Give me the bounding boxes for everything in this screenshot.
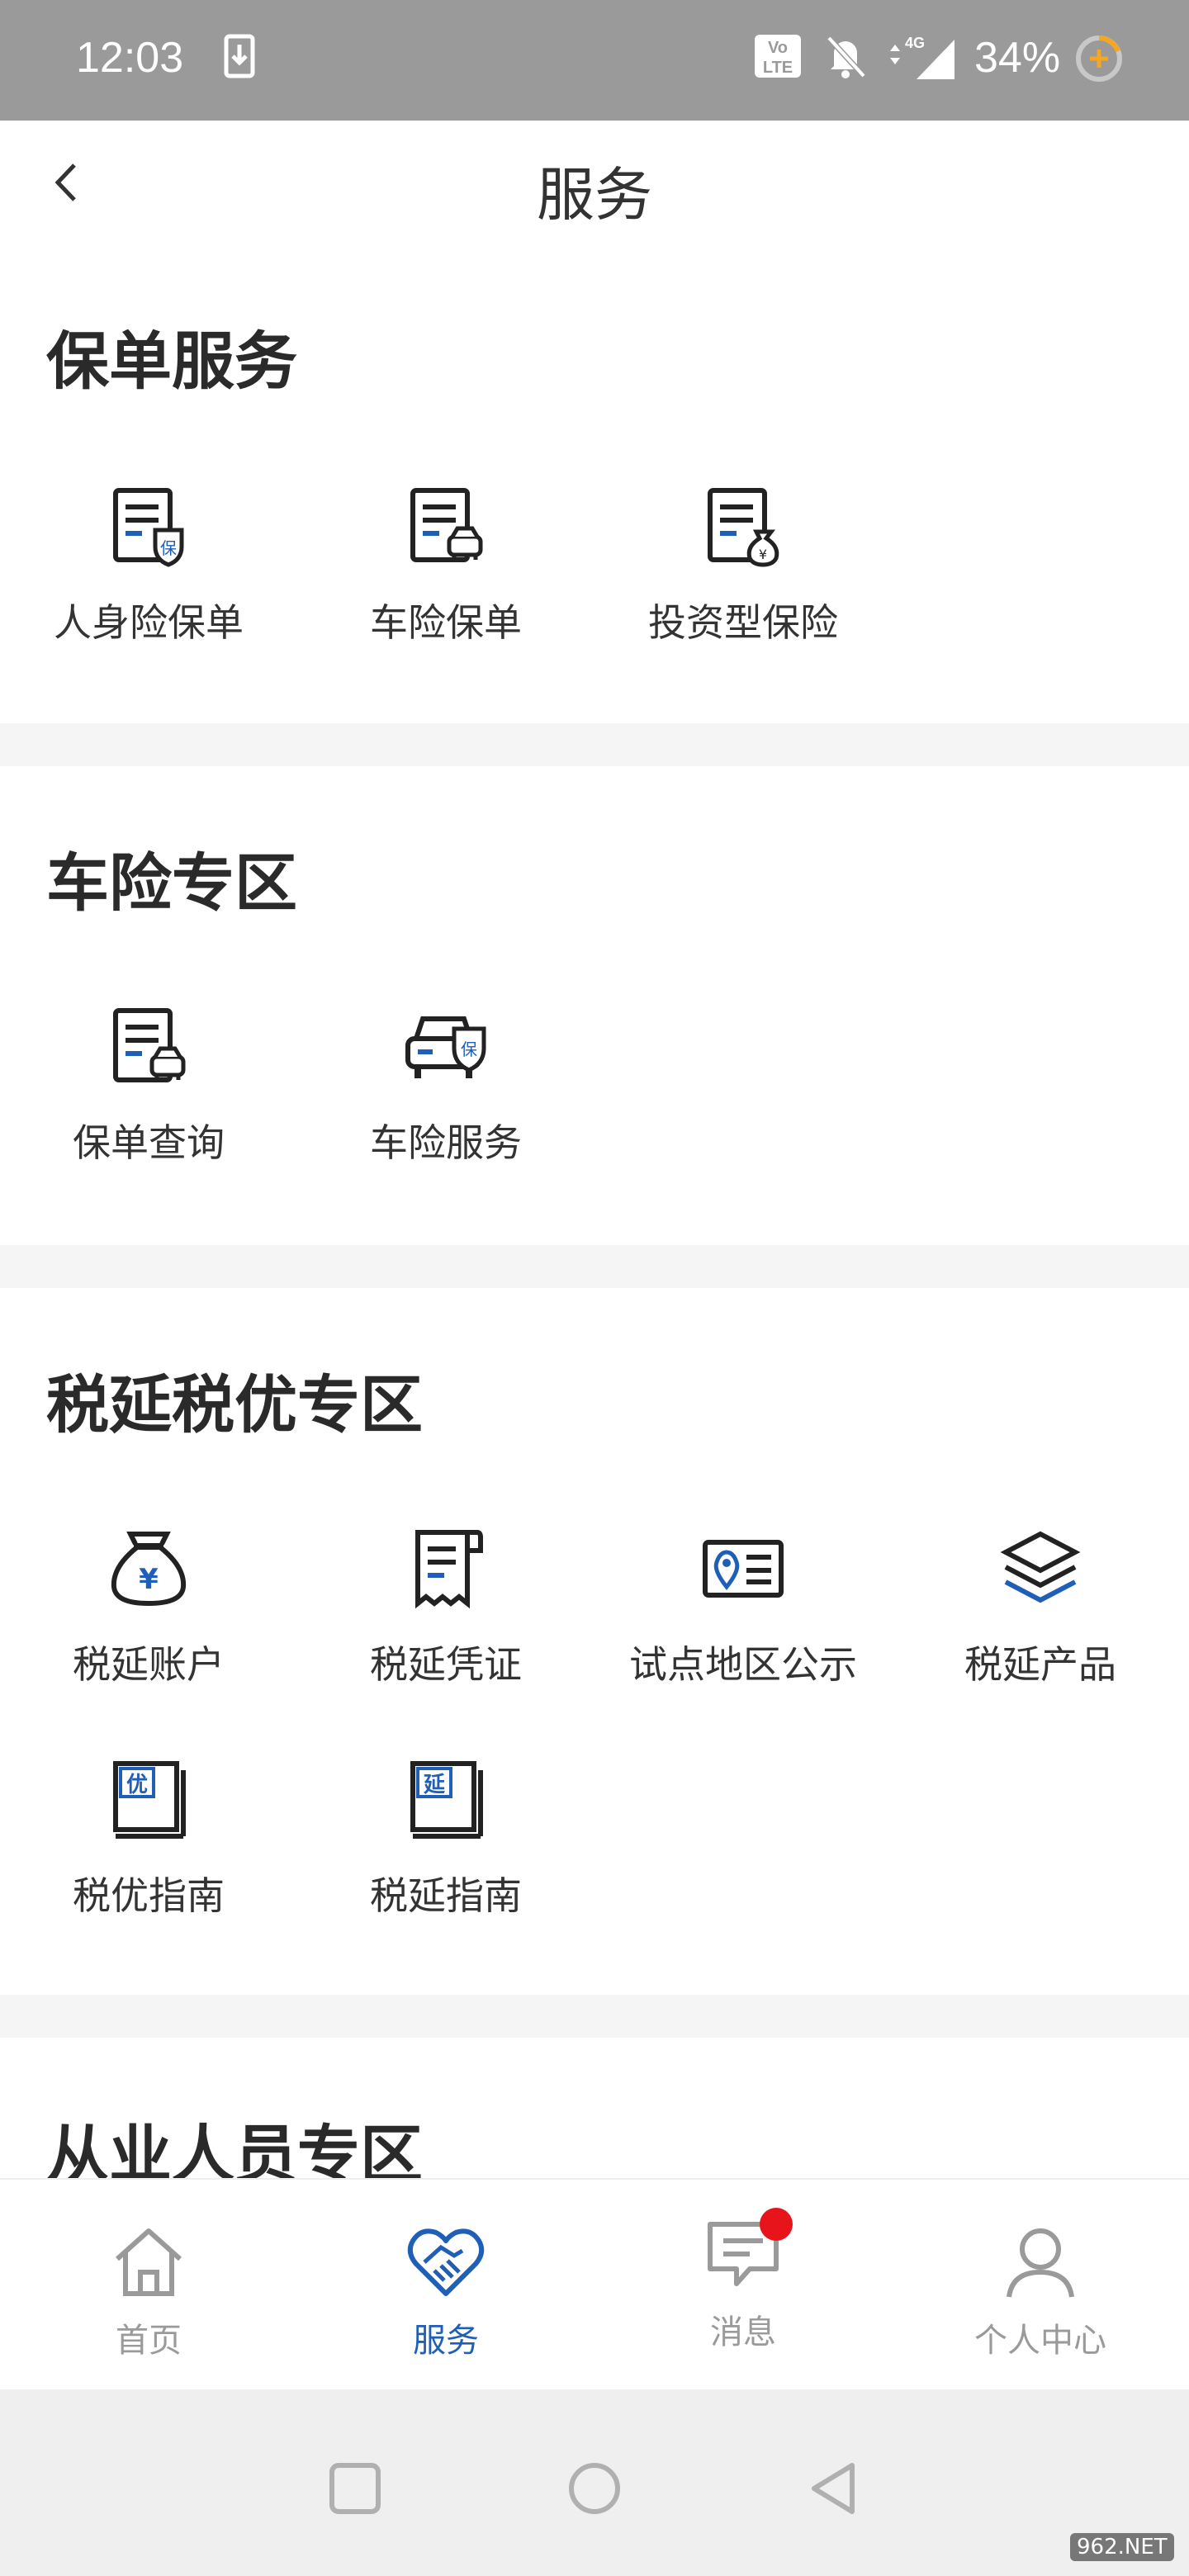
bell-off-icon <box>822 33 869 83</box>
volte-icon: Vo LTE <box>753 33 803 83</box>
notification-badge <box>760 2208 793 2241</box>
item-policy-query[interactable]: 保单查询 <box>0 1006 297 1167</box>
doc-moneybag-icon: ¥ <box>708 488 779 567</box>
heart-handshake-icon <box>407 2228 485 2296</box>
download-icon <box>223 33 256 83</box>
section-tax: 税延税优专区 ¥ 税延账户 税延凭证 试点地区公示 税延产品 优 税优指南 延 … <box>0 1288 1189 1995</box>
item-label: 税延产品 <box>964 1642 1116 1687</box>
home-button[interactable] <box>561 2455 628 2522</box>
item-label: 车险保单 <box>370 600 522 645</box>
item-tax-product[interactable]: 税延产品 <box>892 1527 1189 1689</box>
page-title: 服务 <box>537 161 652 229</box>
book-glyph: 优 <box>126 1773 148 1797</box>
user-icon <box>1007 2228 1074 2298</box>
section-policy: 保单服务 保 人身险保单 车险保单 ¥ 投资型保险 <box>0 253 1189 723</box>
item-tax-account[interactable]: ¥ 税延账户 <box>0 1527 297 1689</box>
item-car-policy[interactable]: 车险保单 <box>297 485 594 647</box>
section-divider <box>0 723 1189 766</box>
tab-messages[interactable]: 消息 <box>594 2180 892 2391</box>
section-staff: 从业人员专区 <box>0 2038 1189 2178</box>
book-glyph: 延 <box>423 1773 446 1797</box>
section-car: 车险专区 保单查询 保 车险服务 <box>0 766 1189 1245</box>
status-bar: 12:03 Vo LTE 4G 34% <box>0 0 1189 121</box>
tab-label: 消息 <box>710 2313 776 2351</box>
tab-service[interactable]: 服务 <box>297 2180 594 2391</box>
section-title: 税延税优专区 <box>46 1368 423 1442</box>
item-tax-voucher[interactable]: 税延凭证 <box>297 1527 594 1689</box>
tab-label: 首页 <box>116 2322 182 2360</box>
section-title: 车险专区 <box>46 846 297 920</box>
book-yan-icon: 延 <box>410 1761 483 1839</box>
item-label: 税延账户 <box>73 1642 225 1687</box>
svg-text:¥: ¥ <box>139 1563 159 1596</box>
item-label: 税延凭证 <box>370 1642 522 1687</box>
item-investment-insurance[interactable]: ¥ 投资型保险 <box>594 485 892 647</box>
layers-icon <box>1000 1531 1081 1603</box>
svg-text:LTE: LTE <box>763 59 793 77</box>
battery-percent: 34% <box>974 34 1061 82</box>
svg-text:¥: ¥ <box>759 547 767 562</box>
status-time: 12:03 <box>76 34 184 82</box>
watermark: 962.NET <box>1070 2533 1174 2561</box>
item-label: 人身险保单 <box>54 600 244 645</box>
battery-charging-icon <box>1073 33 1125 88</box>
money-bag-icon: ¥ <box>111 1532 187 1607</box>
item-tax-deferred-guide[interactable]: 延 税延指南 <box>297 1759 594 1920</box>
item-label: 保单查询 <box>73 1120 225 1165</box>
item-label: 试点地区公示 <box>629 1642 857 1687</box>
receipt-icon <box>415 1530 483 1609</box>
item-label: 车险服务 <box>370 1120 522 1165</box>
item-car-service[interactable]: 保 车险服务 <box>297 1006 594 1167</box>
network-type: 4G <box>905 35 925 51</box>
item-tax-advantage-guide[interactable]: 优 税优指南 <box>0 1759 297 1920</box>
car-shield-icon: 保 <box>405 1016 486 1078</box>
tab-label: 个人中心 <box>974 2322 1106 2360</box>
back-button[interactable] <box>803 2455 869 2522</box>
system-nav-bar <box>0 2389 1189 2576</box>
item-label: 税优指南 <box>73 1873 225 1918</box>
signal-icon: 4G <box>883 33 958 86</box>
tab-label: 服务 <box>413 2322 479 2360</box>
recents-button[interactable] <box>322 2455 388 2522</box>
item-pilot-region[interactable]: 试点地区公示 <box>594 1527 892 1689</box>
doc-shield-icon: 保 <box>113 488 184 567</box>
tab-profile[interactable]: 个人中心 <box>892 2180 1189 2391</box>
map-card-icon <box>703 1540 784 1598</box>
tab-home[interactable]: 首页 <box>0 2180 297 2391</box>
header: 服务 <box>0 121 1189 253</box>
bottom-tab-bar: 首页 服务 消息 个人中心 <box>0 2178 1189 2391</box>
item-personal-policy[interactable]: 保 人身险保单 <box>0 485 297 647</box>
doc-car-icon <box>410 488 483 562</box>
doc-car-icon <box>113 1008 186 1082</box>
svg-text:保: 保 <box>160 538 177 558</box>
svg-text:Vo: Vo <box>768 39 788 57</box>
item-label: 投资型保险 <box>648 600 838 645</box>
section-title: 保单服务 <box>46 324 297 398</box>
section-divider <box>0 1245 1189 1288</box>
section-divider <box>0 1995 1189 2038</box>
svg-text:保: 保 <box>461 1039 477 1059</box>
section-title: 从业人员专区 <box>46 2118 423 2178</box>
book-you-icon: 优 <box>113 1761 186 1839</box>
item-label: 税延指南 <box>370 1873 522 1918</box>
home-icon <box>115 2228 182 2296</box>
